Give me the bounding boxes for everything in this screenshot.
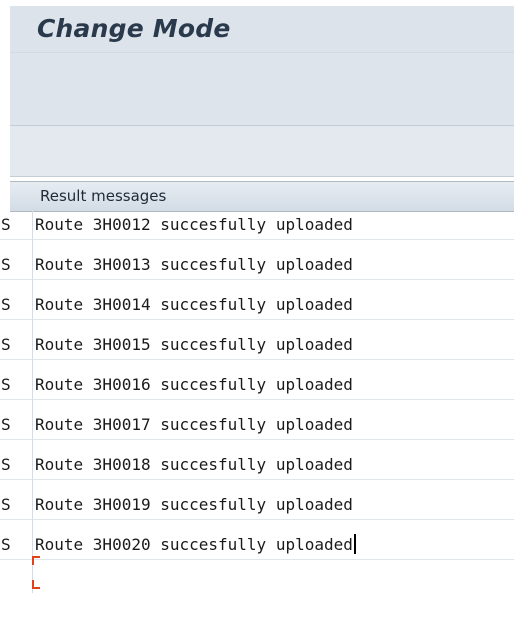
- text-cursor: [353, 534, 356, 554]
- message-text: Route 3H0017 succesfully uploaded: [35, 415, 353, 434]
- message-text: Route 3H0015 succesfully uploaded: [35, 335, 353, 354]
- status-indicator: S: [1, 215, 11, 234]
- status-indicator: S: [1, 535, 11, 554]
- message-row[interactable]: S Route 3H0020 succesfully uploaded: [0, 531, 514, 560]
- message-text: Route 3H0012 succesfully uploaded: [35, 215, 353, 234]
- message-row[interactable]: S Route 3H0018 succesfully uploaded: [0, 451, 514, 480]
- status-column-divider: [32, 211, 33, 593]
- message-row[interactable]: S Route 3H0016 succesfully uploaded: [0, 371, 514, 400]
- application-toolbar: [10, 52, 514, 126]
- results-header-label: Result messages: [40, 187, 167, 205]
- message-text: Route 3H0014 succesfully uploaded: [35, 295, 353, 314]
- results-header: Result messages: [10, 181, 514, 212]
- status-indicator: S: [1, 255, 11, 274]
- status-indicator: S: [1, 455, 11, 474]
- message-row[interactable]: S Route 3H0019 succesfully uploaded: [0, 491, 514, 520]
- message-text: Route 3H0013 succesfully uploaded: [35, 255, 353, 274]
- message-text: Route 3H0019 succesfully uploaded: [35, 495, 353, 514]
- message-row[interactable]: S Route 3H0017 succesfully uploaded: [0, 411, 514, 440]
- message-row[interactable]: S Route 3H0012 succesfully uploaded: [0, 211, 514, 240]
- secondary-toolbar: [10, 125, 514, 177]
- title-bar: Change Mode: [10, 6, 514, 52]
- sap-window: { "header": { "title": "Change Mode" }, …: [0, 0, 514, 593]
- message-text: Route 3H0016 succesfully uploaded: [35, 375, 353, 394]
- message-text: Route 3H0020 succesfully uploaded: [35, 535, 353, 554]
- status-indicator: S: [1, 415, 11, 434]
- selection-corner-top: [32, 556, 40, 565]
- message-text: Route 3H0018 succesfully uploaded: [35, 455, 353, 474]
- message-row[interactable]: S Route 3H0013 succesfully uploaded: [0, 251, 514, 280]
- selection-corner-bottom: [32, 580, 40, 589]
- status-indicator: S: [1, 375, 11, 394]
- status-indicator: S: [1, 335, 11, 354]
- status-indicator: S: [1, 295, 11, 314]
- message-row[interactable]: S Route 3H0014 succesfully uploaded: [0, 291, 514, 320]
- message-row[interactable]: S Route 3H0015 succesfully uploaded: [0, 331, 514, 360]
- status-indicator: S: [1, 495, 11, 514]
- message-text-editable[interactable]: Route 3H0020 succesfully uploaded: [35, 531, 356, 559]
- page-title: Change Mode: [37, 14, 231, 43]
- results-panel: Result messages S Route 3H0012 succesful…: [0, 181, 514, 593]
